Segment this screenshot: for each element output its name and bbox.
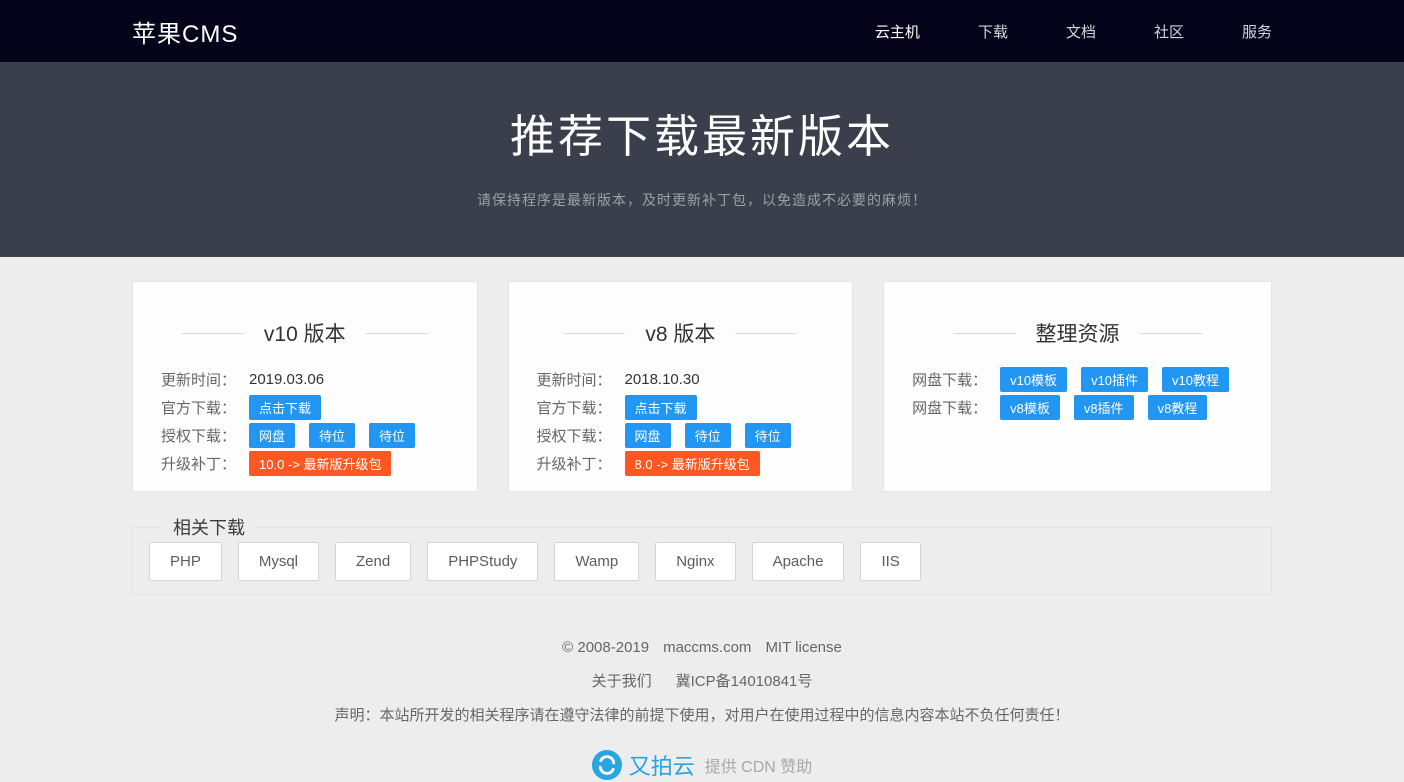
- card-row: 官方下载：点击下载: [537, 393, 825, 421]
- download-card: 整理资源网盘下载：v10模板v10插件v10教程网盘下载：v8模板v8插件v8教…: [883, 281, 1272, 492]
- title-divider-line: [735, 333, 797, 334]
- related-item-wamp[interactable]: Wamp: [554, 542, 639, 581]
- nav-item-3[interactable]: 文档: [1066, 21, 1096, 42]
- card-row: 升级补丁：8.0 -> 最新版升级包: [537, 449, 825, 477]
- card-title: v8 版本: [645, 318, 715, 348]
- row-label: 授权下载：: [537, 425, 625, 446]
- related-buttons: PHP Mysql Zend PHPStudy Wamp Nginx Apache IIS: [149, 542, 1255, 581]
- row-value: 2019.03.06: [249, 371, 324, 388]
- statement-line: 声明：本站所开发的相关程序请在遵守法律的前提下使用，对用户在使用过程中的信息内容…: [132, 704, 1272, 725]
- related-item-mysql[interactable]: Mysql: [238, 542, 319, 581]
- card-title-row: v10 版本: [161, 318, 449, 348]
- card-row: 更新时间：2019.03.06: [161, 365, 449, 393]
- title-divider-line: [1140, 333, 1202, 334]
- title-divider-line: [954, 333, 1016, 334]
- row-label: 更新时间：: [537, 369, 625, 390]
- card-title-row: 整理资源: [912, 318, 1243, 348]
- about-link[interactable]: 关于我们: [592, 673, 652, 690]
- card-body: 更新时间：2019.03.06官方下载：点击下载授权下载：网盘待位待位升级补丁：…: [161, 365, 449, 477]
- row-label: 官方下载：: [161, 397, 249, 418]
- nav-item-2[interactable]: 下载: [978, 21, 1008, 42]
- title-divider-line: [366, 333, 428, 334]
- row-label: 网盘下载：: [912, 369, 1000, 390]
- nav-item-5[interactable]: 服务: [1242, 21, 1272, 42]
- hero-title: 推荐下载最新版本: [0, 100, 1404, 165]
- download-button[interactable]: v10模板: [1000, 367, 1067, 392]
- card-row: 网盘下载：v10模板 v10插件 v10教程: [912, 365, 1243, 393]
- related-item-nginx[interactable]: Nginx: [655, 542, 735, 581]
- related-item-zend[interactable]: Zend: [335, 542, 411, 581]
- row-label: 升级补丁：: [537, 453, 625, 474]
- download-button[interactable]: v10插件: [1081, 367, 1148, 392]
- nav-links: 云主机 下载 文档 社区 服务: [875, 21, 1272, 42]
- card-title: 整理资源: [1036, 318, 1120, 348]
- download-button[interactable]: 待位: [369, 423, 415, 448]
- page-footer: © 2008-2019 maccms.com MIT license 关于我们 冀IC…: [132, 639, 1272, 781]
- sponsor-line: 又拍云 提供 CDN 赞助: [132, 749, 1272, 781]
- card-body: 网盘下载：v10模板v10插件v10教程网盘下载：v8模板v8插件v8教程: [912, 365, 1243, 421]
- download-card: v10 版本更新时间：2019.03.06官方下载：点击下载授权下载：网盘待位待…: [132, 281, 478, 492]
- title-divider-line: [182, 333, 244, 334]
- download-button[interactable]: v8模板: [1000, 395, 1060, 420]
- license-text: MIT license: [765, 639, 841, 656]
- row-label: 网盘下载：: [912, 397, 1000, 418]
- card-row: 网盘下载：v8模板 v8插件 v8教程: [912, 393, 1243, 421]
- row-label: 更新时间：: [161, 369, 249, 390]
- nav-item-1[interactable]: 云主机: [875, 21, 920, 42]
- row-value: 2018.10.30: [625, 371, 700, 388]
- site-logo[interactable]: 苹果CMS: [132, 14, 238, 49]
- related-item-apache[interactable]: Apache: [752, 542, 845, 581]
- download-button[interactable]: 网盘: [625, 423, 671, 448]
- legal-line: 关于我们 冀ICP备14010841号: [132, 670, 1272, 691]
- download-card: v8 版本更新时间：2018.10.30官方下载：点击下载授权下载：网盘待位待位…: [508, 281, 854, 492]
- download-button[interactable]: 待位: [309, 423, 355, 448]
- download-button[interactable]: 点击下载: [625, 395, 697, 420]
- download-cards: v10 版本更新时间：2019.03.06官方下载：点击下载授权下载：网盘待位待…: [132, 281, 1272, 492]
- download-button[interactable]: 10.0 -> 最新版升级包: [249, 451, 391, 476]
- hero-subtitle: 请保持程序是最新版本，及时更新补丁包，以免造成不必要的麻烦！: [0, 190, 1404, 210]
- card-row: 更新时间：2018.10.30: [537, 365, 825, 393]
- sponsor-note: 提供 CDN 赞助: [705, 753, 813, 777]
- copyright-line: © 2008-2019 maccms.com MIT license: [132, 639, 1272, 656]
- download-button[interactable]: 网盘: [249, 423, 295, 448]
- nav-item-4[interactable]: 社区: [1154, 21, 1184, 42]
- card-title-row: v8 版本: [537, 318, 825, 348]
- card-row: 授权下载：网盘待位待位: [161, 421, 449, 449]
- download-button[interactable]: 8.0 -> 最新版升级包: [625, 451, 760, 476]
- top-navbar: 苹果CMS 云主机 下载 文档 社区 服务: [0, 0, 1404, 62]
- copyright-years: © 2008-2019: [562, 639, 649, 656]
- row-label: 升级补丁：: [161, 453, 249, 474]
- main-content: v10 版本更新时间：2019.03.06官方下载：点击下载授权下载：网盘待位待…: [132, 281, 1272, 781]
- icp-link[interactable]: 冀ICP备14010841号: [676, 673, 813, 690]
- download-button[interactable]: v10教程: [1162, 367, 1229, 392]
- download-button[interactable]: v8插件: [1074, 395, 1134, 420]
- card-row: 升级补丁：10.0 -> 最新版升级包: [161, 449, 449, 477]
- related-downloads-box: 相关下载 PHPMysqlZendPHPStudyWampNginxApache…: [132, 527, 1272, 595]
- download-button[interactable]: 待位: [685, 423, 731, 448]
- related-item-iis[interactable]: IIS: [860, 542, 920, 581]
- hero-banner: 推荐下载最新版本 请保持程序是最新版本，及时更新补丁包，以免造成不必要的麻烦！: [0, 62, 1404, 257]
- related-downloads-title: 相关下载: [163, 514, 255, 540]
- related-item-phpstudy[interactable]: PHPStudy: [427, 542, 538, 581]
- download-button[interactable]: 点击下载: [249, 395, 321, 420]
- download-button[interactable]: 待位: [745, 423, 791, 448]
- row-label: 授权下载：: [161, 425, 249, 446]
- download-button[interactable]: v8教程: [1148, 395, 1208, 420]
- related-item-php[interactable]: PHP: [149, 542, 222, 581]
- title-divider-line: [563, 333, 625, 334]
- row-label: 官方下载：: [537, 397, 625, 418]
- card-row: 授权下载：网盘待位待位: [537, 421, 825, 449]
- card-row: 官方下载：点击下载: [161, 393, 449, 421]
- card-body: 更新时间：2018.10.30官方下载：点击下载授权下载：网盘待位待位升级补丁：…: [537, 365, 825, 477]
- sponsor-brand-link[interactable]: 又拍云: [629, 749, 695, 781]
- upyun-cloud-logo-icon[interactable]: [592, 750, 622, 780]
- domain-link[interactable]: maccms.com: [663, 639, 751, 656]
- card-title: v10 版本: [264, 318, 346, 348]
